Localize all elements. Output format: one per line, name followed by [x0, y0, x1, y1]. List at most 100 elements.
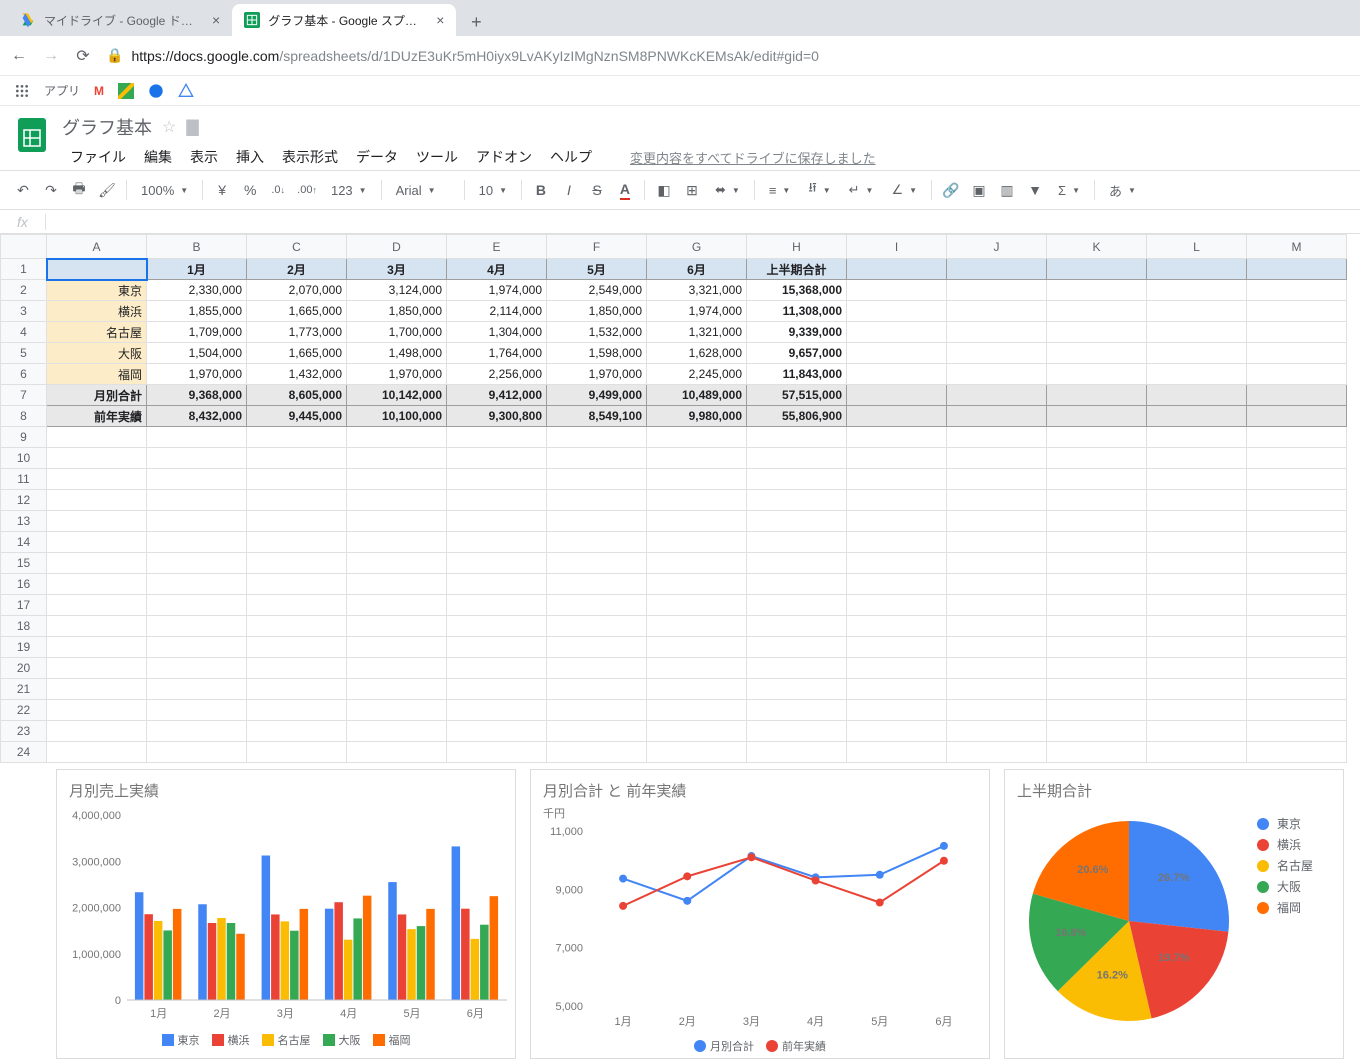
star-icon[interactable]: ☆	[162, 117, 176, 137]
url-field[interactable]: 🔒 https://docs.google.com/spreadsheets/d…	[106, 47, 1350, 64]
data-cell[interactable]: 1,665,000	[247, 301, 347, 322]
cell[interactable]	[647, 574, 747, 595]
row-header[interactable]: 5	[1, 343, 47, 364]
cell[interactable]	[847, 259, 947, 280]
cell[interactable]	[547, 532, 647, 553]
cell[interactable]	[447, 490, 547, 511]
data-cell[interactable]: 9,368,000	[147, 385, 247, 406]
cell[interactable]	[847, 364, 947, 385]
column-header[interactable]: E	[447, 235, 547, 259]
cell[interactable]	[1247, 553, 1347, 574]
cell[interactable]	[47, 742, 147, 763]
row-header[interactable]: 11	[1, 469, 47, 490]
cell[interactable]	[1247, 343, 1347, 364]
data-cell[interactable]: 55,806,900	[747, 406, 847, 427]
paint-format-button[interactable]: 🖌	[94, 177, 120, 203]
cell[interactable]	[1247, 469, 1347, 490]
cell[interactable]	[247, 532, 347, 553]
cell[interactable]	[1047, 658, 1147, 679]
cell[interactable]	[1147, 406, 1247, 427]
cell[interactable]	[247, 511, 347, 532]
cell[interactable]	[747, 427, 847, 448]
cell[interactable]	[747, 637, 847, 658]
cell[interactable]	[147, 742, 247, 763]
cell[interactable]	[1147, 385, 1247, 406]
currency-button[interactable]: ¥	[209, 177, 235, 203]
cell[interactable]	[147, 595, 247, 616]
cell[interactable]	[347, 469, 447, 490]
cell[interactable]	[747, 511, 847, 532]
cell[interactable]	[1147, 742, 1247, 763]
browser-tab-active[interactable]: グラフ基本 - Google スプレッドシート ×	[232, 4, 456, 36]
row-header[interactable]: 7	[1, 385, 47, 406]
header-cell[interactable]: 上半期合計	[747, 259, 847, 280]
cell[interactable]	[947, 406, 1047, 427]
cell[interactable]	[1247, 658, 1347, 679]
cell[interactable]	[847, 406, 947, 427]
row-label-cell[interactable]: 月別合計	[47, 385, 147, 406]
cell[interactable]	[647, 448, 747, 469]
cell[interactable]	[1047, 532, 1147, 553]
cell[interactable]	[947, 553, 1047, 574]
cell[interactable]	[547, 469, 647, 490]
wrap-button[interactable]: ↵▼	[841, 182, 882, 198]
data-cell[interactable]: 1,850,000	[347, 301, 447, 322]
data-cell[interactable]: 1,773,000	[247, 322, 347, 343]
cell[interactable]	[1247, 490, 1347, 511]
cell[interactable]	[647, 679, 747, 700]
cell[interactable]	[1047, 679, 1147, 700]
data-cell[interactable]: 2,070,000	[247, 280, 347, 301]
cell[interactable]	[1247, 322, 1347, 343]
bookmark-gmail-icon[interactable]: M	[94, 84, 104, 98]
cell[interactable]	[147, 469, 247, 490]
cell[interactable]	[247, 574, 347, 595]
cell[interactable]	[847, 469, 947, 490]
cell[interactable]	[1247, 511, 1347, 532]
cell[interactable]	[547, 616, 647, 637]
cell[interactable]	[947, 322, 1047, 343]
row-label-cell[interactable]: 東京	[47, 280, 147, 301]
cell[interactable]	[747, 742, 847, 763]
cell[interactable]	[647, 721, 747, 742]
data-cell[interactable]: 10,142,000	[347, 385, 447, 406]
row-label-cell[interactable]: 前年実績	[47, 406, 147, 427]
cell[interactable]	[747, 679, 847, 700]
cell[interactable]	[147, 490, 247, 511]
cell[interactable]	[647, 616, 747, 637]
cell[interactable]	[1147, 259, 1247, 280]
cell[interactable]	[1147, 679, 1247, 700]
row-label-cell[interactable]: 大阪	[47, 343, 147, 364]
cell[interactable]	[847, 301, 947, 322]
cell[interactable]	[1147, 511, 1247, 532]
cell[interactable]	[347, 511, 447, 532]
cell[interactable]	[447, 721, 547, 742]
cell[interactable]	[447, 616, 547, 637]
cell[interactable]	[547, 658, 647, 679]
menu-file[interactable]: ファイル	[62, 144, 134, 170]
cell[interactable]	[147, 658, 247, 679]
cell[interactable]	[747, 658, 847, 679]
row-header[interactable]: 17	[1, 595, 47, 616]
input-lang-button[interactable]: あ▼	[1101, 181, 1144, 200]
undo-button[interactable]: ↶	[10, 177, 36, 203]
cell[interactable]	[947, 301, 1047, 322]
cell[interactable]	[947, 721, 1047, 742]
cell[interactable]	[1047, 385, 1147, 406]
cell[interactable]	[547, 448, 647, 469]
menu-data[interactable]: データ	[348, 144, 406, 170]
cell[interactable]	[547, 511, 647, 532]
cell[interactable]	[1047, 364, 1147, 385]
row-header[interactable]: 16	[1, 574, 47, 595]
cell[interactable]	[347, 616, 447, 637]
cell[interactable]	[347, 658, 447, 679]
data-cell[interactable]: 8,549,100	[547, 406, 647, 427]
filter-button[interactable]: ▼	[1022, 177, 1048, 203]
data-cell[interactable]: 1,970,000	[347, 364, 447, 385]
cell[interactable]	[1047, 469, 1147, 490]
borders-button[interactable]: ⊞	[679, 177, 705, 203]
row-header[interactable]: 14	[1, 532, 47, 553]
row-header[interactable]: 1	[1, 259, 47, 280]
column-header[interactable]: B	[147, 235, 247, 259]
chart-pie[interactable]: 上半期合計 26.7%19.7%16.2%16.8%20.6% 東京横浜名古屋大…	[1004, 769, 1344, 1059]
data-cell[interactable]: 2,245,000	[647, 364, 747, 385]
